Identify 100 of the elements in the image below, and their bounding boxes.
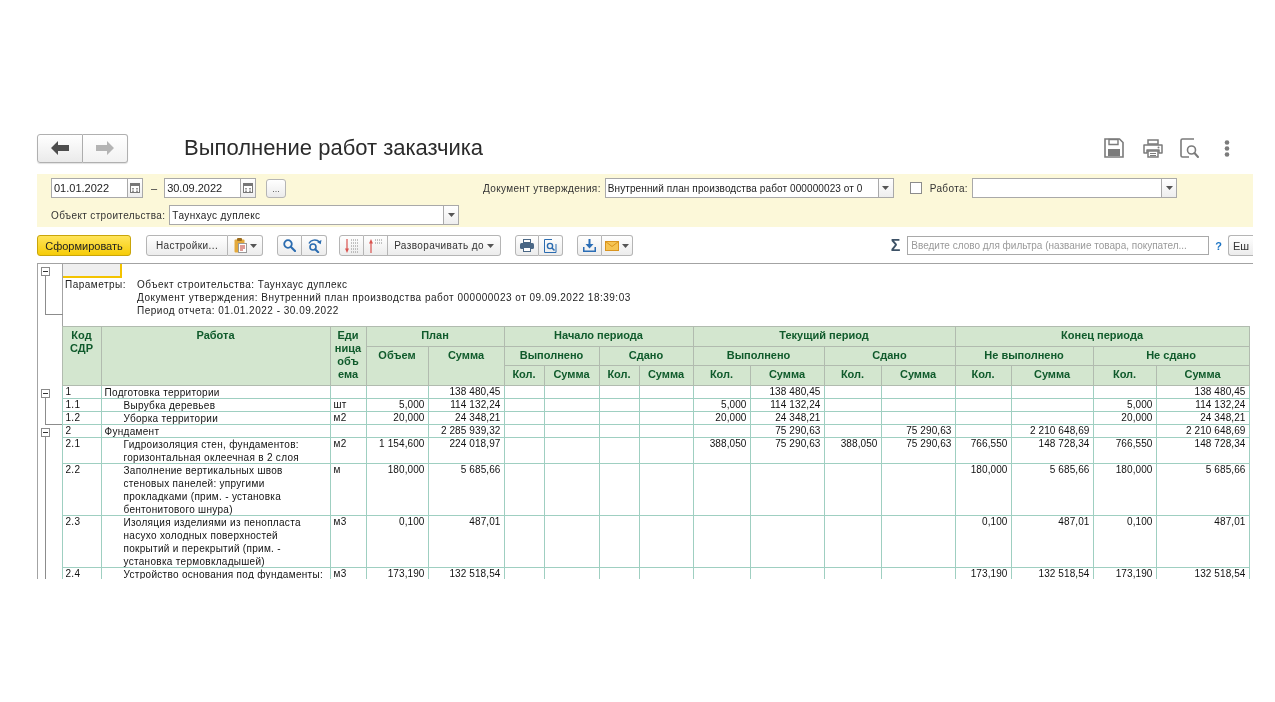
print-icon [520, 239, 534, 252]
table-cell: 114 132,24 [750, 398, 824, 412]
dropdown-button[interactable] [443, 205, 460, 225]
table-cell: Заполнение вертикальных швов стеновых панелей: упругими прокладками (прим. - установка бентонитового шнура) [101, 463, 330, 516]
list-arrow-up-icon [369, 238, 382, 253]
table-cell: 5,000 [693, 398, 750, 412]
parameter-label: Параметры: [65, 278, 128, 291]
print-button[interactable] [515, 235, 539, 256]
search-field[interactable]: Введите слово для фильтра (название товара, покупател... [907, 236, 1210, 255]
table-cell: 388,050 [693, 437, 750, 464]
calendar-icon [243, 183, 254, 193]
back-button[interactable] [37, 133, 83, 163]
collapse-icon[interactable] [41, 388, 50, 398]
column-header: Единица объема [330, 326, 366, 386]
table-cell: 766,550 [1093, 437, 1157, 464]
envelope-icon [605, 240, 619, 251]
table-cell: 180,000 [955, 463, 1012, 516]
caret-icon [882, 186, 890, 190]
table-cell: 0,100 [1093, 515, 1157, 568]
more-icon[interactable] [1224, 139, 1230, 157]
table-cell: 1.1 [62, 398, 101, 412]
table-cell: 1 [62, 385, 101, 399]
preview-button[interactable] [539, 235, 563, 256]
table-cell: 138 480,45 [750, 385, 824, 399]
settings-button[interactable]: Настройки... [146, 235, 228, 256]
export-button[interactable] [577, 235, 602, 256]
period-button[interactable]: ... [266, 178, 287, 198]
table-cell: 2.2 [62, 463, 101, 516]
table-cell: 388,050 [824, 437, 881, 464]
table-cell: 114 132,24 [428, 398, 504, 412]
column-header: Конец периода [955, 326, 1250, 347]
save-icon[interactable] [1104, 138, 1124, 158]
table-cell: 148 728,34 [1156, 437, 1250, 464]
table-cell: Фундамент [101, 424, 330, 438]
table-cell: м3 [330, 515, 366, 568]
table-cell: м2 [330, 437, 366, 464]
collapse-button[interactable] [364, 235, 388, 256]
left-arrow-icon [51, 141, 69, 155]
table-cell: 148 728,34 [1011, 437, 1094, 464]
tree-line [45, 276, 63, 315]
search-button[interactable] [277, 235, 302, 256]
expand-button[interactable] [339, 235, 364, 256]
download-icon [583, 239, 596, 252]
help-button[interactable]: ? [1215, 239, 1222, 252]
table-cell: 24 348,21 [1156, 411, 1250, 425]
table-cell: 1.2 [62, 411, 101, 425]
generate-button[interactable]: Сформировать [37, 235, 131, 256]
date-field[interactable]: 01.01.2022 [51, 178, 127, 198]
page-magnifier-icon [544, 238, 557, 253]
checkbox[interactable] [909, 182, 922, 194]
dropdown-field[interactable]: Внутренний план производства работ 000000023 от 0 [604, 178, 878, 198]
table-cell: Изоляция изделиями из пенопласта насухо холодных поверхностей покрытий и перекрытий (прим. - установка термовкладышей) [101, 515, 330, 568]
expand-to-button[interactable]: Разворачивать до [388, 235, 501, 256]
search-icon [283, 239, 296, 252]
table-cell: 2 285 939,32 [428, 424, 504, 438]
column-header: Текущий период [693, 326, 956, 347]
calendar-button[interactable] [127, 178, 143, 198]
table-cell: 75 290,63 [881, 424, 956, 438]
table-cell: шт [330, 398, 366, 412]
collapse-icon[interactable] [41, 267, 50, 276]
find-next-button[interactable] [302, 235, 327, 256]
field-label: Работа: [929, 182, 968, 194]
date-field[interactable]: 30.09.2022 [164, 178, 241, 198]
magnifier-arrow-icon [306, 238, 322, 253]
collapse-icon[interactable] [41, 427, 50, 437]
table-cell: 180,000 [1093, 463, 1157, 516]
more-button[interactable]: Еш [1228, 235, 1253, 256]
table-cell: 5,000 [366, 398, 428, 412]
sum-button[interactable]: Σ [890, 237, 901, 254]
caret-icon [622, 243, 629, 248]
column-header: Сумма [428, 346, 504, 386]
caret-icon [486, 243, 494, 248]
table-cell: Гидроизоляция стен, фундаментов: горизонтальная оклеечная в 2 слоя [101, 437, 330, 464]
table-cell: 2 [62, 424, 101, 438]
calendar-button[interactable] [240, 178, 257, 198]
tree-line [45, 397, 62, 425]
send-button[interactable] [602, 235, 633, 256]
table-cell: Уборка территории [101, 411, 330, 425]
table-cell: 766,550 [955, 437, 1012, 464]
page-magnifier-icon[interactable] [1180, 138, 1199, 158]
variants-button[interactable] [228, 235, 263, 256]
table-cell: 224 018,97 [428, 437, 504, 464]
parameter-text: Период отчета: 01.01.2022 - 30.09.2022 [137, 304, 340, 317]
field-label: Документ утверждения: [483, 182, 601, 194]
table-cell: м [330, 463, 366, 516]
dropdown-field[interactable]: Таунхаус дуплекс [169, 205, 444, 225]
dropdown-field[interactable] [972, 178, 1161, 198]
table-cell: 2.4 [62, 567, 101, 579]
print-icon[interactable] [1143, 138, 1163, 158]
table-cell: 487,01 [428, 515, 504, 568]
parameter-text: Документ утверждения: Внутренний план производства работ 000000023 от 09.09.2022 18:39:03 [137, 291, 632, 304]
dropdown-button[interactable] [1161, 178, 1177, 198]
caret-icon [249, 243, 257, 248]
table-cell: м2 [330, 411, 366, 425]
table-cell: 487,01 [1156, 515, 1250, 568]
calendar-icon [130, 183, 140, 193]
table-cell: 5 685,66 [1156, 463, 1250, 516]
list-arrow-down-icon [345, 238, 358, 253]
table-cell: Вырубка деревьев [101, 398, 330, 412]
table-cell: 487,01 [1011, 515, 1094, 568]
